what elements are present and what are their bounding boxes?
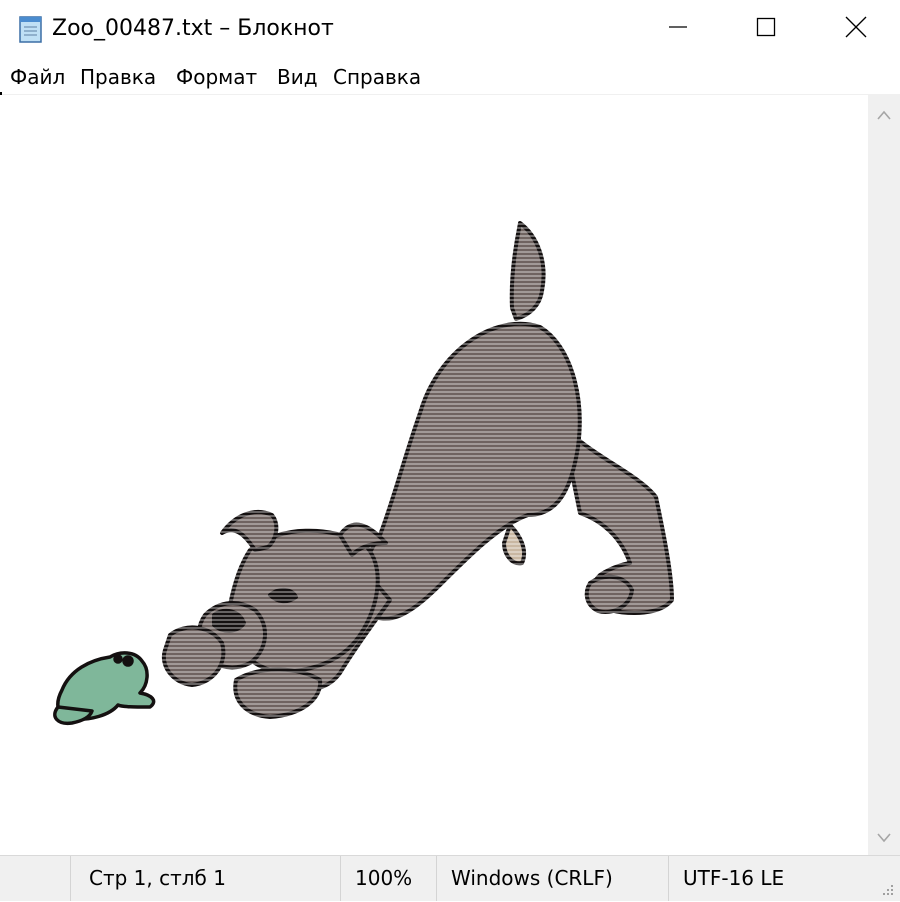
dog-eye — [268, 588, 298, 604]
dog-back-paw — [584, 574, 634, 614]
maximize-icon — [756, 17, 776, 41]
scroll-down-icon[interactable] — [876, 830, 892, 844]
dog-left-ear — [220, 509, 279, 552]
dog-front-paw-right — [233, 667, 323, 719]
status-encoding: UTF-16 LE — [668, 856, 868, 901]
frog-eye-2 — [113, 654, 123, 664]
frog-figure — [53, 651, 156, 726]
menu-file[interactable]: Файл — [10, 64, 65, 90]
resize-grip-icon[interactable] — [876, 878, 896, 898]
cartoon-image — [0, 95, 868, 855]
notepad-icon — [16, 14, 46, 44]
frog-leg — [53, 705, 94, 726]
dog-nose — [212, 608, 246, 633]
status-bar: Стр 1, стлб 1 100% Windows (CRLF) UTF-16… — [0, 855, 900, 901]
status-line-endings: Windows (CRLF) — [436, 856, 668, 901]
menu-bar: Файл Правка Формат Вид Справка — [0, 58, 900, 95]
close-icon — [845, 16, 867, 42]
frog-eye — [122, 655, 134, 667]
status-zoom: 100% — [340, 856, 436, 901]
minimize-icon — [668, 17, 688, 41]
scroll-up-icon[interactable] — [876, 107, 892, 121]
maximize-button[interactable] — [720, 0, 812, 58]
window-title: Zoo_00487.txt – Блокнот — [52, 16, 334, 41]
menu-edit[interactable]: Правка — [80, 64, 156, 90]
dog-figure — [0, 95, 868, 855]
menu-view[interactable]: Вид — [277, 64, 318, 90]
dog-body — [359, 321, 582, 621]
dog-tail — [509, 221, 546, 321]
menu-help[interactable]: Справка — [333, 64, 421, 90]
title-bar[interactable]: Zoo_00487.txt – Блокнот — [0, 0, 900, 58]
minimize-button[interactable] — [632, 0, 724, 58]
close-button[interactable] — [810, 0, 900, 58]
status-cursor-position: Стр 1, стлб 1 — [70, 856, 340, 901]
vertical-scrollbar[interactable] — [868, 95, 900, 855]
menu-format[interactable]: Формат — [176, 64, 257, 90]
text-editor-area[interactable] — [0, 95, 868, 855]
dog-front-paw-left — [161, 625, 226, 687]
dog-belly-patch — [502, 523, 527, 566]
